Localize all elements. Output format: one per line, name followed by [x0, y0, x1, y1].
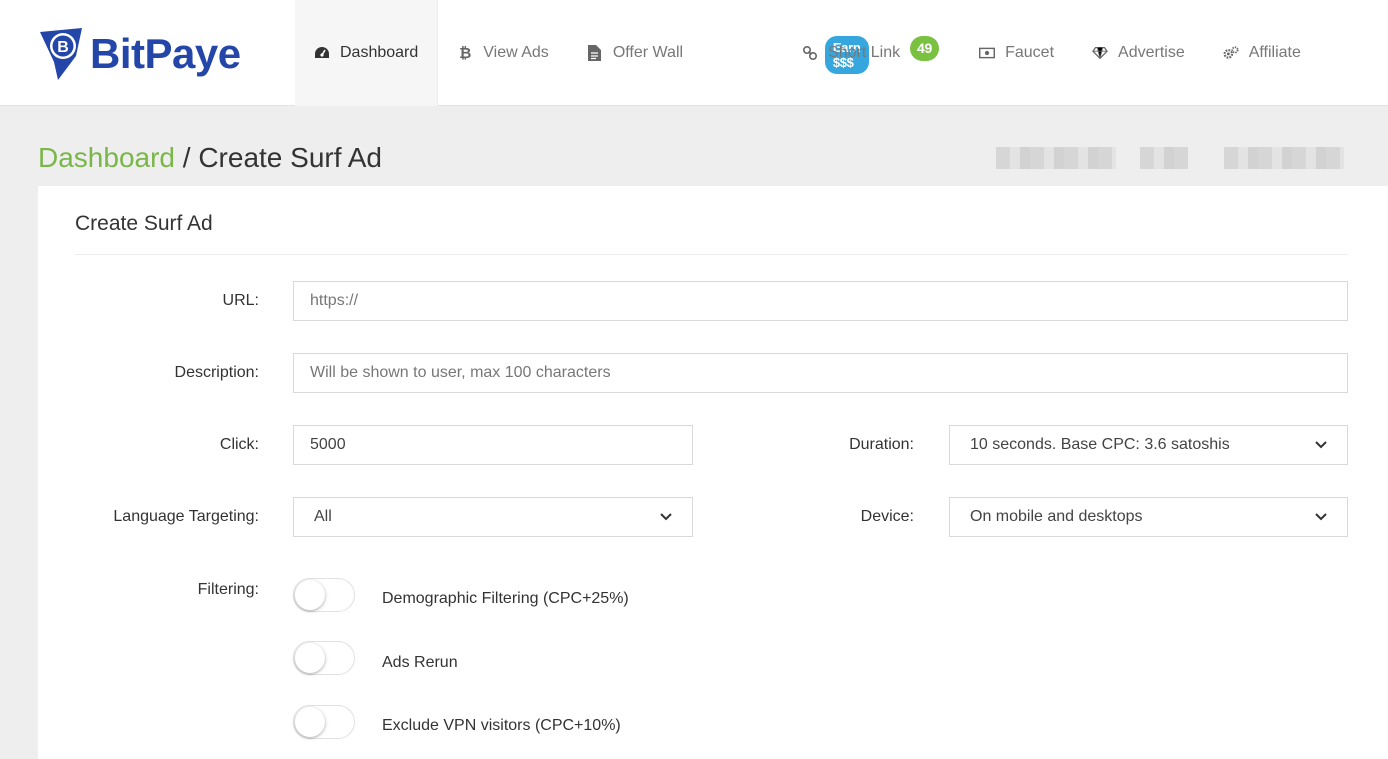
breadcrumb-home-link[interactable]: Dashboard: [38, 142, 175, 173]
click-input[interactable]: [293, 425, 693, 465]
device-label: Device:: [860, 508, 914, 525]
breadcrumb-current: Create Surf Ad: [198, 142, 382, 173]
breadcrumb: Dashboard / Create Surf Ad: [38, 142, 382, 174]
nav-label: Dashboard: [340, 44, 419, 61]
device-select[interactable]: On mobile and desktops: [949, 497, 1348, 537]
main-nav: Dashboard ₿ View Ads Offer Wall Earn $$$…: [295, 0, 1320, 106]
click-label: Click:: [219, 436, 259, 453]
redacted-info: [1140, 147, 1188, 169]
nav-faucet[interactable]: Faucet: [960, 0, 1073, 106]
create-surf-ad-card: Create Surf Ad URL: Description: Click: …: [38, 186, 1388, 759]
breadcrumb-separator: /: [174, 142, 199, 173]
url-input[interactable]: [293, 281, 1348, 321]
demographic-filtering-label: Demographic Filtering (CPC+25%): [382, 590, 629, 607]
nav-view-ads[interactable]: ₿ View Ads: [438, 0, 568, 106]
chevron-down-icon: [1315, 436, 1327, 454]
short-link-count-badge: 49: [910, 36, 940, 61]
language-targeting-select[interactable]: All: [293, 497, 693, 537]
speedometer-icon: [314, 45, 330, 61]
nav-label: Short Link: [828, 44, 901, 61]
language-selected-value: All: [314, 508, 332, 525]
description-input[interactable]: [293, 353, 1348, 393]
brand-name: BitPaye: [90, 30, 241, 77]
divider: [75, 254, 1348, 255]
ads-rerun-label: Ads Rerun: [382, 654, 458, 671]
link-icon: [802, 45, 818, 61]
document-icon: [587, 45, 603, 61]
chevron-down-icon: [1315, 508, 1327, 526]
duration-select[interactable]: 10 seconds. Base CPC: 3.6 satoshis: [949, 425, 1348, 465]
toggle-knob: [295, 643, 325, 673]
demographic-filtering-toggle[interactable]: [293, 578, 355, 612]
brand-logo[interactable]: B BitPaye: [36, 24, 241, 84]
nav-affiliate[interactable]: Affiliate: [1204, 0, 1320, 106]
redacted-info: [996, 147, 1116, 169]
bitcoin-icon: ₿: [459, 44, 472, 62]
toggle-knob: [295, 707, 325, 737]
chevron-down-icon: [660, 508, 672, 526]
nav-dashboard[interactable]: Dashboard: [295, 0, 439, 106]
svg-text:B: B: [57, 39, 69, 56]
nav-label: Advertise: [1118, 44, 1185, 61]
nav-label: Faucet: [1005, 44, 1055, 61]
nav-label: View Ads: [483, 44, 549, 61]
nav-label: Affiliate: [1248, 44, 1301, 61]
description-label: Description:: [174, 364, 259, 381]
gears-icon: [1223, 45, 1239, 61]
language-targeting-label: Language Targeting:: [113, 508, 259, 525]
ads-rerun-toggle[interactable]: [293, 641, 355, 675]
bitpaye-logo-icon: B: [40, 28, 82, 80]
exclude-vpn-toggle[interactable]: [293, 705, 355, 739]
nav-advertise[interactable]: Advertise: [1073, 0, 1204, 106]
toggle-knob: [295, 580, 325, 610]
duration-selected-value: 10 seconds. Base CPC: 3.6 satoshis: [970, 436, 1230, 453]
nav-short-link[interactable]: Short Link 49: [783, 0, 960, 106]
nav-offer-wall[interactable]: Offer Wall Earn $$$: [568, 0, 869, 106]
url-label: URL:: [222, 292, 259, 309]
nav-label: Offer Wall: [612, 44, 684, 61]
diamond-icon: [1092, 45, 1108, 61]
duration-label: Duration:: [849, 436, 914, 453]
card-title: Create Surf Ad: [75, 212, 213, 235]
money-icon: [979, 45, 996, 61]
exclude-vpn-label: Exclude VPN visitors (CPC+10%): [382, 717, 621, 734]
redacted-info: [1224, 147, 1344, 169]
top-navbar: B BitPaye Dashboard ₿ View Ads Offer Wal…: [0, 0, 1388, 106]
filtering-label: Filtering:: [197, 581, 259, 598]
device-selected-value: On mobile and desktops: [970, 508, 1143, 525]
